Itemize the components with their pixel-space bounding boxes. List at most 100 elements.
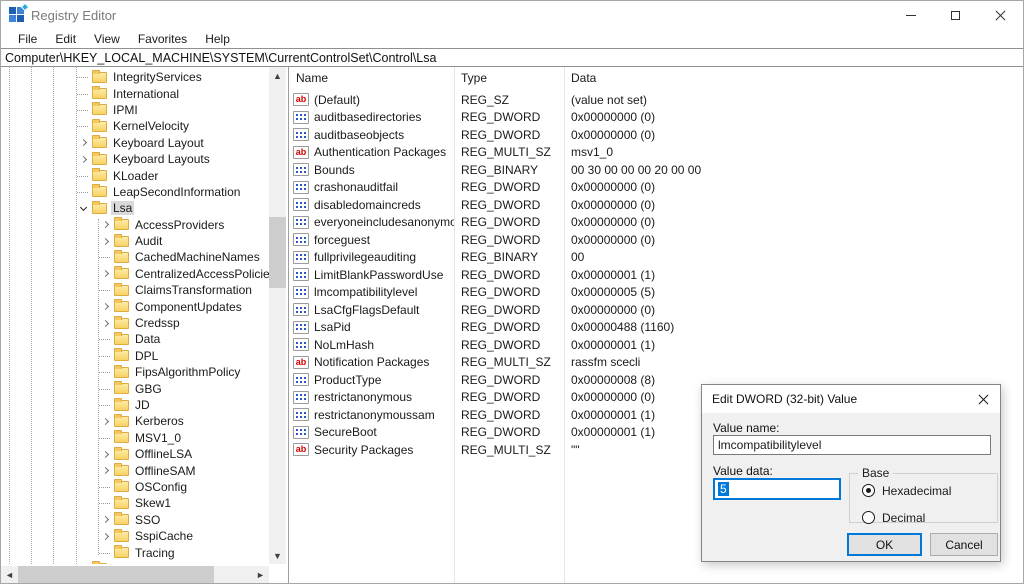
tree-item-sso[interactable]: SSO (1, 512, 269, 528)
maximize-button[interactable] (933, 1, 978, 29)
table-row[interactable]: LsaCfgFlagsDefaultREG_DWORD0x00000000 (0… (289, 301, 1023, 319)
chevron-right-icon[interactable] (98, 512, 113, 528)
horizontal-scrollbar-thumb[interactable] (18, 566, 214, 583)
tree-item-accessproviders[interactable]: AccessProviders (1, 217, 269, 233)
table-row[interactable]: LsaPidREG_DWORD0x00000488 (1160) (289, 319, 1023, 337)
scroll-up-arrow-icon[interactable]: ▲ (269, 67, 286, 84)
tree-item-partial[interactable] (1, 561, 269, 564)
tree-item-ipmi[interactable]: IPMI (1, 102, 269, 118)
chevron-right-icon[interactable] (76, 151, 91, 167)
chevron-right-icon[interactable] (98, 463, 113, 479)
value-data-field[interactable]: 5 (713, 478, 841, 500)
chevron-right-icon[interactable] (98, 528, 113, 544)
chevron-right-icon[interactable] (76, 135, 91, 151)
tree-item-fipsalgorithmpolicy[interactable]: FipsAlgorithmPolicy (1, 364, 269, 380)
table-row[interactable]: LimitBlankPasswordUseREG_DWORD0x00000001… (289, 266, 1023, 284)
tree-item-kloader[interactable]: KLoader (1, 167, 269, 183)
radio-unchecked-icon[interactable] (862, 511, 875, 524)
tree-item-kernelvelocity[interactable]: KernelVelocity (1, 118, 269, 134)
menu-help[interactable]: Help (196, 30, 239, 48)
table-row[interactable]: crashonauditfailREG_DWORD0x00000000 (0) (289, 179, 1023, 197)
chevron-right-icon[interactable] (98, 233, 113, 249)
tree-item-leapsecondinformation[interactable]: LeapSecondInformation (1, 184, 269, 200)
radio-decimal[interactable]: Decimal (862, 507, 997, 528)
tree-item-osconfig[interactable]: OSConfig (1, 479, 269, 495)
tree-item-kerberos[interactable]: Kerberos (1, 413, 269, 429)
tree-item-label: SspiCache (133, 529, 195, 543)
menu-file[interactable]: File (9, 30, 46, 48)
tree-item-keyboard-layouts[interactable]: Keyboard Layouts (1, 151, 269, 167)
tree-item-offlinelsa[interactable]: OfflineLSA (1, 446, 269, 462)
chevron-right-icon[interactable] (98, 413, 113, 429)
tree-item-offlinesam[interactable]: OfflineSAM (1, 462, 269, 478)
tree-item-claimstransformation[interactable]: ClaimsTransformation (1, 282, 269, 298)
tree-item-keyboard-layout[interactable]: Keyboard Layout (1, 135, 269, 151)
tree-item-dpl[interactable]: DPL (1, 348, 269, 364)
table-row[interactable]: NoLmHashREG_DWORD0x00000001 (1) (289, 336, 1023, 354)
value-type-cell: REG_DWORD (454, 425, 564, 439)
scroll-right-arrow-icon[interactable]: ► (252, 566, 269, 583)
tree-item-skew1[interactable]: Skew1 (1, 495, 269, 511)
radio-hexadecimal[interactable]: Hexadecimal (862, 480, 997, 501)
menu-favorites[interactable]: Favorites (129, 30, 196, 48)
scroll-left-arrow-icon[interactable]: ◄ (1, 566, 18, 583)
chevron-right-icon[interactable] (98, 217, 113, 233)
tree-item-centralizedaccesspolicies[interactable]: CentralizedAccessPolicies (1, 266, 269, 282)
chevron-right-icon[interactable] (98, 266, 113, 282)
tree-item-componentupdates[interactable]: ComponentUpdates (1, 298, 269, 314)
value-name-text: LsaCfgFlagsDefault (314, 303, 419, 317)
tree-item-tracing[interactable]: Tracing (1, 544, 269, 560)
tree-connector (98, 479, 113, 495)
tree-item-data[interactable]: Data (1, 331, 269, 347)
chevron-right-icon[interactable] (98, 299, 113, 315)
reg-binary-icon (293, 128, 309, 141)
chevron-right-icon[interactable] (98, 446, 113, 462)
column-header-data[interactable]: Data (564, 71, 1023, 85)
vertical-scrollbar-thumb[interactable] (269, 217, 286, 288)
tree-item-gbg[interactable]: GBG (1, 380, 269, 396)
table-row[interactable]: ab(Default)REG_SZ(value not set) (289, 91, 1023, 109)
tree-item-cachedmachinenames[interactable]: CachedMachineNames (1, 249, 269, 265)
menu-edit[interactable]: Edit (46, 30, 85, 48)
tree-item-jd[interactable]: JD (1, 397, 269, 413)
tree-item-msv1-0[interactable]: MSV1_0 (1, 430, 269, 446)
menu-view[interactable]: View (85, 30, 129, 48)
tree-item-integrityservices[interactable]: IntegrityServices (1, 69, 269, 85)
chevron-right-icon[interactable] (98, 315, 113, 331)
value-name-text: ProductType (314, 373, 381, 387)
table-row[interactable]: abAuthentication PackagesREG_MULTI_SZmsv… (289, 144, 1023, 162)
chevron-down-icon[interactable] (76, 200, 91, 216)
value-data-text: 5 (718, 482, 729, 496)
table-row[interactable]: abNotification PackagesREG_MULTI_SZrassf… (289, 354, 1023, 372)
tree-item-label: OSConfig (133, 480, 189, 494)
value-data-cell: (value not set) (564, 93, 1023, 107)
table-row[interactable]: forceguestREG_DWORD0x00000000 (0) (289, 231, 1023, 249)
cancel-button[interactable]: Cancel (930, 533, 998, 556)
reg-binary-icon (293, 408, 309, 421)
radio-checked-icon[interactable] (862, 484, 875, 497)
value-name-field[interactable]: lmcompatibilitylevel (713, 435, 991, 455)
column-header-name[interactable]: Name (289, 71, 454, 85)
tree-item-credssp[interactable]: Credssp (1, 315, 269, 331)
minimize-button[interactable] (888, 1, 933, 29)
tree-item-sspicache[interactable]: SspiCache (1, 528, 269, 544)
address-bar[interactable] (1, 48, 1023, 67)
tree-horizontal-scrollbar[interactable]: ◄ ► (1, 566, 269, 583)
table-row[interactable]: lmcompatibilitylevelREG_DWORD0x00000005 … (289, 284, 1023, 302)
table-row[interactable]: fullprivilegeauditingREG_BINARY00 (289, 249, 1023, 267)
value-name-cell: lmcompatibilitylevel (289, 285, 454, 299)
column-header-type[interactable]: Type (454, 71, 564, 85)
table-row[interactable]: everyoneincludesanonymousREG_DWORD0x0000… (289, 214, 1023, 232)
tree-item-international[interactable]: International (1, 85, 269, 101)
tree-item-lsa[interactable]: Lsa (1, 200, 269, 216)
ok-button[interactable]: OK (847, 533, 922, 556)
close-button[interactable] (978, 1, 1023, 29)
tree-item-audit[interactable]: Audit (1, 233, 269, 249)
table-row[interactable]: auditbasedirectoriesREG_DWORD0x00000000 … (289, 109, 1023, 127)
table-row[interactable]: BoundsREG_BINARY00 30 00 00 00 20 00 00 (289, 161, 1023, 179)
scroll-down-arrow-icon[interactable]: ▼ (269, 547, 286, 564)
tree-vertical-scrollbar[interactable]: ▲ ▼ (269, 67, 286, 564)
dialog-close-button[interactable] (966, 385, 1000, 413)
table-row[interactable]: disabledomaincredsREG_DWORD0x00000000 (0… (289, 196, 1023, 214)
table-row[interactable]: auditbaseobjectsREG_DWORD0x00000000 (0) (289, 126, 1023, 144)
